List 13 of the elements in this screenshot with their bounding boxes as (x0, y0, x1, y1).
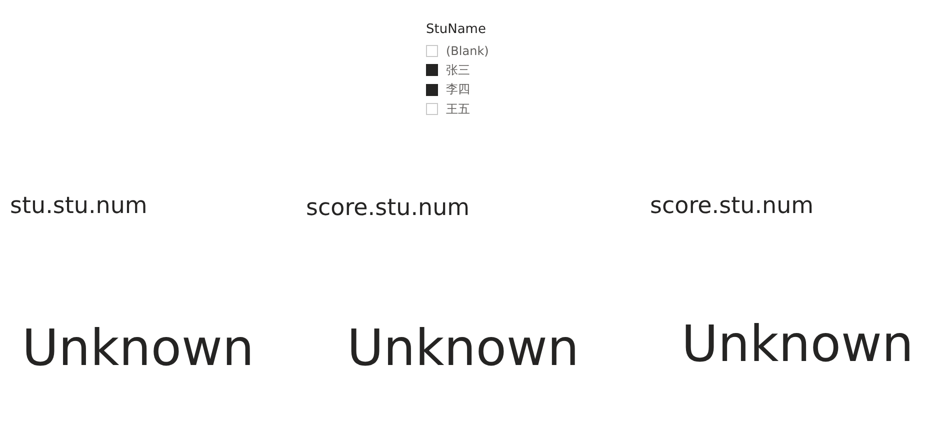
slicer-item-label[interactable]: 李四 (446, 81, 470, 98)
card-value: Unknown (346, 319, 580, 377)
card-value: Unknown (22, 319, 254, 377)
card-label: score.stu.num (649, 193, 814, 219)
card-value: Unknown (681, 315, 914, 373)
card-label: stu.stu.num (9, 193, 148, 219)
slicer-title: StuName (426, 22, 486, 37)
checkbox[interactable] (426, 64, 438, 76)
slicer-item-label[interactable]: (Blank) (446, 44, 489, 58)
slicer-item-label[interactable]: 王五 (446, 100, 470, 118)
checkbox[interactable] (426, 84, 438, 96)
card-label: score.stu.num (306, 195, 470, 221)
slicer-item-label[interactable]: 张三 (446, 62, 470, 79)
